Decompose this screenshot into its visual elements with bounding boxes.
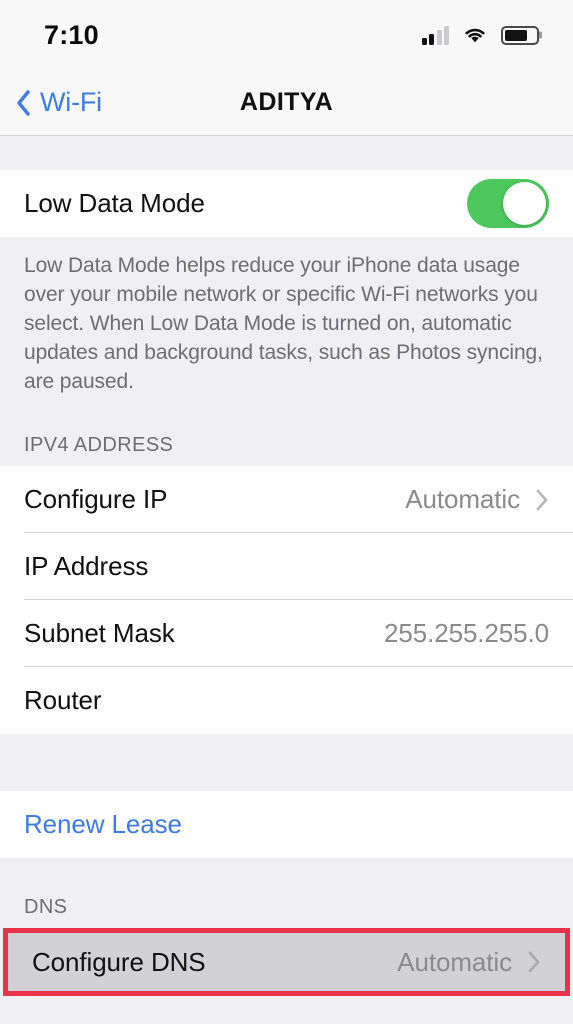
back-button[interactable]: Wi-Fi — [0, 87, 102, 118]
status-bar-time: 7:10 — [44, 19, 99, 50]
row-configure-dns[interactable]: Configure DNS Automatic — [8, 933, 565, 991]
chevron-right-icon — [536, 489, 548, 510]
status-bar: 7:10 — [0, 0, 573, 70]
chevron-left-icon — [17, 89, 30, 116]
wifi-icon — [465, 28, 485, 43]
low-data-mode-group: Low Data Mode — [0, 170, 573, 237]
row-configure-dns-label: Configure DNS — [32, 946, 206, 977]
iphone-settings-screen: 7:10 Wi-Fi ADITYA Low Data Mode Low Data… — [0, 0, 573, 1024]
row-low-data-mode[interactable]: Low Data Mode — [0, 170, 573, 237]
toggle-switch-on[interactable] — [467, 179, 549, 228]
configure-dns-highlight-wrap: Configure DNS Automatic — [0, 928, 573, 996]
row-configure-ip-accessory: Automatic — [405, 484, 549, 515]
row-configure-ip[interactable]: Configure IP Automatic — [0, 466, 573, 533]
battery-icon — [501, 25, 539, 45]
low-data-mode-footer: Low Data Mode helps reduce your iPhone d… — [0, 237, 573, 416]
row-subnet-mask-accessory: 255.255.255.0 — [384, 618, 549, 649]
status-bar-indicators — [421, 25, 539, 45]
settings-list[interactable]: Low Data Mode Low Data Mode helps reduce… — [0, 136, 573, 1024]
row-router-label: Router — [24, 685, 102, 715]
row-configure-ip-label: Configure IP — [24, 484, 168, 514]
row-subnet-mask-label: Subnet Mask — [24, 618, 175, 648]
cellular-signal-icon — [421, 25, 449, 45]
section-header-ipv4: IPV4 ADDRESS — [0, 416, 573, 466]
ipv4-group: Configure IP Automatic IP Address Subnet… — [0, 466, 573, 734]
row-configure-dns-accessory: Automatic — [397, 947, 541, 978]
row-configure-dns-value: Automatic — [397, 946, 512, 977]
row-router[interactable]: Router — [0, 667, 573, 734]
renew-lease-group: Renew Lease — [0, 791, 573, 858]
back-button-label: Wi-Fi — [40, 87, 102, 117]
chevron-right-icon — [528, 951, 540, 973]
low-data-mode-toggle[interactable] — [467, 179, 549, 228]
section-header-dns: DNS — [0, 858, 573, 928]
row-renew-lease-label: Renew Lease — [24, 809, 182, 839]
row-ip-address[interactable]: IP Address — [0, 533, 573, 600]
row-low-data-mode-label: Low Data Mode — [24, 188, 205, 218]
row-renew-lease[interactable]: Renew Lease — [0, 791, 573, 858]
navigation-bar: Wi-Fi ADITYA — [0, 70, 573, 136]
row-configure-ip-value: Automatic — [405, 484, 520, 514]
spacer-top — [0, 136, 573, 170]
row-subnet-mask[interactable]: Subnet Mask 255.255.255.0 — [0, 600, 573, 667]
row-subnet-mask-value: 255.255.255.0 — [384, 618, 549, 648]
toggle-knob — [503, 182, 546, 225]
spacer-renew — [0, 734, 573, 791]
red-annotation-rectangle: Configure DNS Automatic — [3, 928, 570, 996]
row-ip-address-label: IP Address — [24, 551, 149, 581]
